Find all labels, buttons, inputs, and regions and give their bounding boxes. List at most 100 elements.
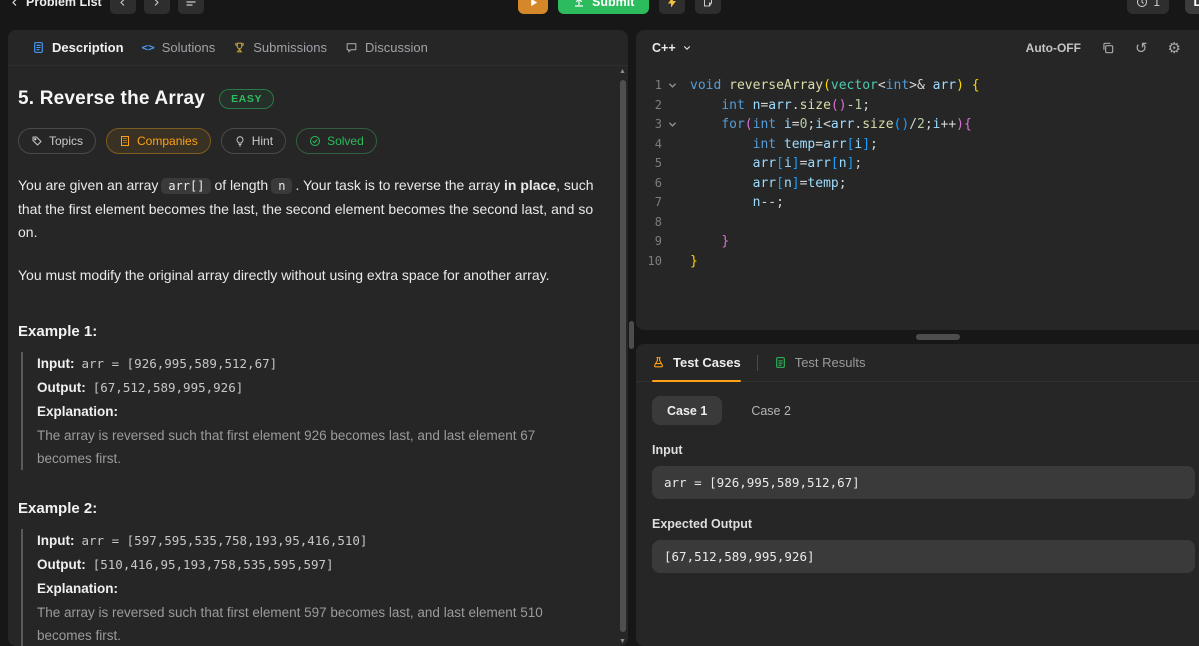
tab-test-cases[interactable]: Test Cases — [652, 344, 741, 382]
document-icon — [32, 41, 45, 54]
tab-solutions[interactable]: <> Solutions — [142, 30, 216, 65]
result-doc-icon — [774, 356, 787, 369]
description-panel: Description <> Solutions Submissions Dis… — [8, 30, 628, 646]
code-line[interactable]: 2 int n=arr.size()-1; — [636, 96, 1199, 116]
chevron-left-icon — [118, 0, 127, 8]
clock-icon — [1136, 0, 1148, 8]
line-number: 4 — [654, 136, 662, 151]
code-text: int temp=arr[i]; — [752, 136, 878, 152]
avatar-letter: D — [1193, 0, 1199, 9]
code-line[interactable]: 9 } — [636, 232, 1199, 252]
timer-pill[interactable]: 1 — [1127, 0, 1169, 14]
code-line[interactable]: 1 void reverseArray(vector<int>& arr) { — [636, 76, 1199, 96]
tab-discussion[interactable]: Discussion — [345, 30, 428, 65]
check-circle-icon — [309, 135, 321, 147]
testcase-tab-bar: Test Cases Test Results — [636, 344, 1199, 382]
vertical-resize-handle[interactable] — [629, 321, 634, 349]
avatar[interactable]: D — [1185, 0, 1199, 14]
submit-button[interactable]: Submit — [558, 0, 650, 14]
case-1-button[interactable]: Case 1 — [652, 396, 723, 425]
problem-action-row: Topics Companies Hint Solved — [18, 128, 594, 154]
scroll-down-arrow[interactable]: ▼ — [618, 638, 627, 645]
boost-button[interactable] — [659, 0, 686, 14]
reset-code-button[interactable]: ↺ — [1135, 41, 1148, 56]
topbar-center-group: Submit — [518, 0, 722, 14]
example-2-block: Input: arr = [597,595,535,758,193,95,416,… — [21, 529, 594, 646]
notes-button[interactable] — [695, 0, 722, 14]
input-value: arr = [597,595,535,758,193,95,416,510] — [81, 533, 368, 548]
tab-submissions[interactable]: Submissions — [233, 30, 327, 65]
output-value: [67,512,589,995,926] — [92, 380, 244, 395]
input-label: Input — [652, 443, 683, 457]
speech-bubble-icon — [345, 41, 358, 54]
language-label: C++ — [652, 41, 676, 55]
code-line[interactable]: 4 int temp=arr[i]; — [636, 135, 1199, 155]
fold-chevron-icon[interactable] — [662, 81, 682, 90]
solved-label: Solved — [327, 134, 364, 148]
flask-icon — [652, 356, 665, 369]
solved-badge[interactable]: Solved — [296, 128, 377, 154]
list-icon — [185, 0, 197, 8]
tab-discussion-label: Discussion — [364, 40, 428, 55]
tab-description-label: Description — [52, 40, 124, 55]
line-number: 3 — [654, 117, 662, 131]
code-line[interactable]: 6 arr[n]=temp; — [636, 174, 1199, 194]
topics-button[interactable]: Topics — [18, 128, 97, 154]
example-2-heading: Example 2: — [18, 500, 98, 517]
topbar: Problem List Submit 1 D — [0, 0, 1199, 30]
topics-label: Topics — [49, 134, 84, 148]
expected-output-field[interactable]: [67,512,589,995,926] — [652, 540, 1195, 573]
line-number: 7 — [654, 195, 662, 209]
test-results-label: Test Results — [794, 355, 866, 370]
case-2-button[interactable]: Case 2 — [736, 396, 806, 425]
explanation-text: The array is reversed such that first el… — [37, 428, 536, 466]
statement-paragraph-1: You are given an array arr[] of length n. Y… — [18, 177, 594, 240]
companies-button[interactable]: Companies — [106, 128, 211, 154]
fold-chevron-icon[interactable] — [662, 120, 682, 129]
hint-label: Hint — [251, 134, 274, 148]
line-number: 6 — [654, 175, 662, 190]
scrollbar-thumb[interactable] — [620, 80, 626, 632]
code-text: void reverseArray(vector<int>& arr) { — [690, 78, 980, 93]
trophy-icon — [233, 41, 246, 54]
testcase-panel: Test Cases Test Results Case 1 Case 2 In… — [636, 344, 1199, 646]
code-text: int n=arr.size()-1; — [721, 97, 871, 113]
code-text: n--; — [752, 195, 784, 210]
code-line[interactable]: 5 arr[i]=arr[n]; — [636, 154, 1199, 174]
testcase-body: Case 1 Case 2 Input arr = [926,995,589,5… — [636, 382, 1199, 573]
difficulty-badge: EASY — [219, 89, 275, 109]
hint-button[interactable]: Hint — [220, 128, 287, 154]
line-number: 9 — [654, 234, 662, 248]
code-editor-panel: C++ Auto-OFF ↺ ⚙ 1 void reverseArray(vect… — [636, 30, 1199, 330]
copy-code-button[interactable] — [1101, 41, 1115, 55]
next-problem-button[interactable] — [143, 0, 170, 14]
note-icon — [702, 0, 714, 8]
problem-list-button[interactable]: Problem List — [10, 0, 102, 14]
run-button[interactable] — [518, 0, 548, 14]
tab-test-results[interactable]: Test Results — [774, 355, 866, 370]
code-line[interactable]: 3 for(int i=0;i<arr.size()/2;i++){ — [636, 115, 1199, 135]
language-select[interactable]: C++ — [652, 41, 692, 55]
submit-label: Submit — [592, 0, 635, 9]
tab-description[interactable]: Description — [32, 30, 124, 65]
tab-solutions-label: Solutions — [161, 40, 216, 55]
editor-settings-button[interactable]: ⚙ — [1168, 41, 1181, 56]
code-lines[interactable]: 1 void reverseArray(vector<int>& arr) {2 … — [636, 66, 1199, 271]
example-1-block: Input: arr = [926,995,589,512,67] Output:… — [21, 352, 594, 470]
horizontal-resize-handle[interactable] — [916, 334, 960, 340]
code-line[interactable]: 7 n--; — [636, 193, 1199, 213]
topbar-left-group: Problem List — [10, 0, 204, 14]
autocomplete-toggle[interactable]: Auto-OFF — [1026, 41, 1081, 55]
testcase-input-field[interactable]: arr = [926,995,589,512,67] — [652, 466, 1195, 499]
example-1-heading: Example 1: — [18, 323, 98, 340]
output-label: Output: — [37, 557, 86, 572]
copy-icon — [1101, 41, 1115, 55]
prev-problem-button[interactable] — [109, 0, 136, 14]
code-text: } — [721, 234, 730, 249]
scroll-up-arrow[interactable]: ▲ — [618, 68, 627, 75]
code-text: arr[i]=arr[n]; — [752, 156, 863, 171]
code-text: arr[n]=temp; — [752, 175, 847, 191]
code-line[interactable]: 10} — [636, 252, 1199, 272]
code-line[interactable]: 8 — [636, 213, 1199, 233]
problem-list-menu-button[interactable] — [177, 0, 204, 14]
